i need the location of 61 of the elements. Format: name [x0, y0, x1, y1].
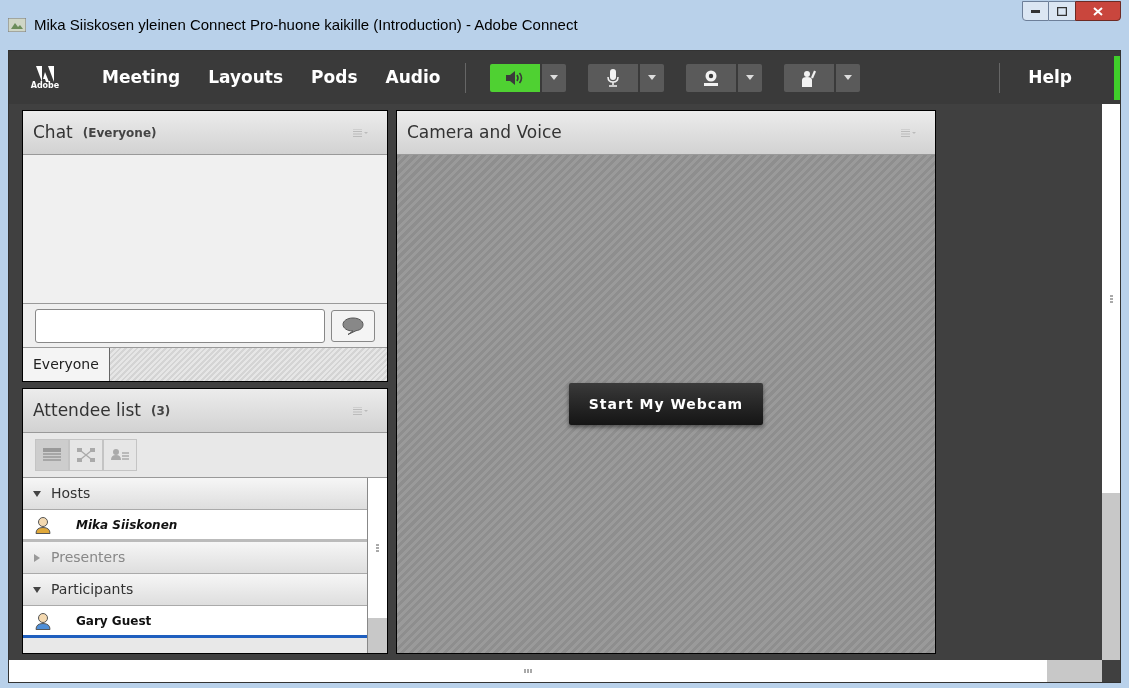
- pod-title: Attendee list: [33, 398, 141, 422]
- attendee-name: Mika Siiskonen: [76, 516, 178, 534]
- maximize-button[interactable]: [1049, 1, 1075, 21]
- group-header[interactable]: Participants: [23, 574, 367, 606]
- app-icon: [8, 18, 26, 32]
- vertical-scrollbar[interactable]: [1102, 104, 1120, 660]
- expanded-caret-icon: [33, 585, 41, 594]
- caret-icon: [746, 75, 755, 80]
- grip-icon: [1109, 294, 1113, 303]
- attendee-count: (3): [151, 402, 171, 420]
- menu-item[interactable]: Layouts: [195, 64, 297, 91]
- device-button[interactable]: [784, 63, 835, 92]
- roles-view-icon: [111, 448, 129, 462]
- person-icon: [34, 611, 52, 630]
- caret-icon: [648, 75, 657, 80]
- send-button[interactable]: [331, 309, 375, 342]
- close-icon: [1093, 6, 1103, 16]
- attendee-row[interactable]: Gary Guest: [23, 606, 367, 638]
- maximize-icon: [1057, 6, 1067, 16]
- menu-item[interactable]: Audio: [372, 64, 454, 91]
- person-icon: [34, 515, 52, 534]
- expanded-caret-icon: [33, 489, 41, 498]
- device-button[interactable]: [490, 63, 541, 92]
- list-view-icon: [43, 448, 61, 462]
- raised-hand-icon: [800, 68, 819, 87]
- speech-bubble-icon: [341, 316, 365, 335]
- chat-input-field[interactable]: [35, 308, 325, 343]
- dropdown-button[interactable]: [542, 63, 567, 92]
- help-menu[interactable]: Help: [1028, 64, 1072, 91]
- pod-title: Chat: [33, 120, 73, 144]
- attendee-row[interactable]: Mika Siiskonen: [23, 510, 367, 542]
- microphone-icon: [606, 68, 621, 87]
- device-button[interactable]: [686, 63, 737, 92]
- network-view-icon: [77, 448, 95, 462]
- minimize-button[interactable]: [1022, 1, 1049, 21]
- grip-icon: [376, 544, 379, 552]
- menu-item[interactable]: Pods: [298, 64, 371, 91]
- window-title: Mika Siiskosen yleinen Connect Pro-huone kaikille (Introduction) - Adobe Connect: [34, 14, 578, 35]
- collapsed-caret-icon: [33, 553, 41, 562]
- chat-tab[interactable]: Everyone: [23, 348, 110, 381]
- pod-subtitle: (Everyone): [82, 124, 157, 142]
- caret-icon: [550, 75, 559, 80]
- scrollbar[interactable]: [367, 478, 387, 653]
- attendee-name: Gary Guest: [76, 612, 152, 630]
- start-webcam-button[interactable]: Start My Webcam: [568, 383, 764, 425]
- dropdown-button[interactable]: [738, 63, 763, 92]
- minimize-icon: [1031, 9, 1040, 13]
- menu-item[interactable]: Meeting: [89, 64, 194, 91]
- grip-icon: [524, 669, 533, 673]
- logo-icon: [36, 65, 54, 82]
- pod-title: Camera and Voice: [407, 120, 562, 144]
- dropdown-button[interactable]: [836, 63, 861, 92]
- webcam-icon: [702, 68, 721, 87]
- horizontal-scrollbar[interactable]: [9, 660, 1102, 682]
- logo-text: Adobe: [30, 81, 60, 90]
- dropdown-button[interactable]: [640, 63, 665, 92]
- caret-icon: [844, 75, 853, 80]
- close-button[interactable]: [1075, 1, 1121, 21]
- device-button[interactable]: [588, 63, 639, 92]
- status-bar-indicator: [1114, 56, 1120, 100]
- group-header[interactable]: Hosts: [23, 478, 367, 510]
